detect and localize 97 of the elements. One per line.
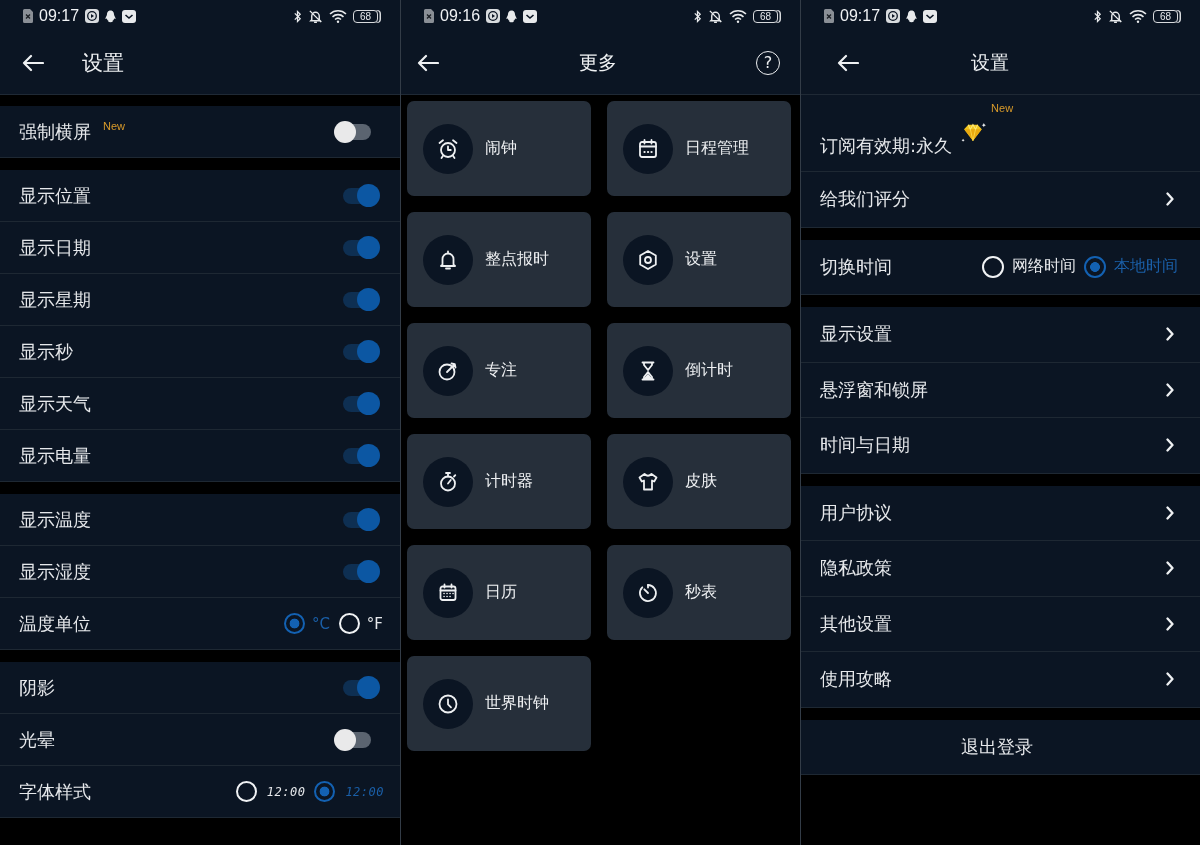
- feature-tile[interactable]: 皮肤: [607, 434, 791, 529]
- menu-item[interactable]: 使用攻略: [801, 652, 1200, 708]
- feature-tile[interactable]: 秒表: [607, 545, 791, 640]
- setting-label: 切换时间: [820, 254, 892, 279]
- status-time: 09:17: [39, 7, 80, 25]
- screen-title: 设置: [970, 50, 1009, 75]
- setting-label: 显示位置: [19, 183, 91, 208]
- chevron-right-icon: [1166, 672, 1174, 687]
- setting-label: 显示秒: [19, 339, 73, 364]
- chevron-right-icon: [1166, 192, 1174, 207]
- feature-tile[interactable]: 设置: [607, 212, 791, 307]
- menu-item[interactable]: 其他设置: [801, 596, 1200, 652]
- setting-label: 阴影: [19, 675, 55, 700]
- bluetooth-icon: [292, 8, 302, 24]
- radio-label: °C: [311, 614, 330, 633]
- radio-label: 12:00: [266, 784, 306, 799]
- menu-item[interactable]: 时间与日期: [801, 418, 1200, 474]
- calendar-icon: [423, 567, 473, 618]
- menu-item[interactable]: 悬浮窗和锁屏: [801, 362, 1200, 418]
- wifi-icon: [728, 9, 747, 23]
- bluetooth-icon: [692, 8, 702, 24]
- alarm-clock-icon: [423, 123, 473, 174]
- penguin-icon: [104, 9, 118, 23]
- wifi-icon: [328, 9, 347, 23]
- feature-tile[interactable]: 计时器: [407, 434, 591, 529]
- message-icon: [523, 9, 538, 23]
- back-icon[interactable]: [22, 54, 44, 72]
- back-icon[interactable]: [417, 54, 439, 72]
- feature-tile[interactable]: 专注: [407, 323, 591, 418]
- muted-bell-icon: [307, 8, 323, 24]
- muted-bell-icon: [1107, 8, 1123, 24]
- radio-label: 网络时间: [1012, 256, 1076, 278]
- settings-icon: [623, 234, 673, 285]
- chevron-right-icon: [1166, 382, 1174, 397]
- new-label: New: [103, 119, 125, 132]
- feature-tile[interactable]: 日程管理: [607, 101, 791, 196]
- wifi-icon: [1128, 9, 1147, 23]
- clock-icon: [423, 678, 473, 729]
- bluetooth-icon: [1092, 8, 1102, 24]
- feature-tile[interactable]: 世界时钟: [407, 656, 591, 751]
- menu-item[interactable]: 隐私政策: [801, 541, 1200, 597]
- setting-label: 温度单位: [19, 611, 91, 636]
- setting-label: 显示温度: [19, 507, 91, 532]
- menu-item[interactable]: 显示设置: [801, 307, 1200, 363]
- muted-bell-icon: [707, 8, 723, 24]
- dial-icon: [623, 567, 673, 618]
- battery-indicator: 68: [1152, 9, 1178, 23]
- status-time: 09:17: [840, 7, 881, 25]
- setting-label: 显示电量: [19, 443, 91, 468]
- chevron-right-icon: [1166, 327, 1174, 342]
- radio-label: 本地时间: [1114, 256, 1178, 278]
- feature-tile[interactable]: 整点报时: [407, 212, 591, 307]
- chevron-right-icon: [1166, 438, 1174, 453]
- subscription-label: 订阅有效期:永久: [820, 134, 953, 158]
- sim-icon: [824, 9, 834, 23]
- play-icon: [85, 9, 100, 23]
- battery-indicator: 68: [752, 9, 778, 23]
- play-icon: [886, 9, 901, 23]
- radio-label: 12:00: [345, 784, 384, 799]
- screen-title: 更多: [578, 50, 617, 75]
- setting-label: 显示天气: [19, 391, 91, 416]
- radio-button[interactable]: [1084, 255, 1106, 278]
- stopwatch-icon: [423, 456, 473, 507]
- penguin-icon: [905, 9, 919, 23]
- chevron-right-icon: [1166, 616, 1174, 631]
- play-icon: [486, 9, 501, 23]
- screen-title: 设置: [82, 50, 124, 77]
- radio-button[interactable]: [314, 781, 336, 802]
- setting-label: 强制横屏: [19, 119, 91, 144]
- new-label: New: [991, 102, 1014, 114]
- setting-label: 显示湿度: [19, 559, 91, 584]
- setting-label: 字体样式: [19, 779, 91, 804]
- setting-label: 显示星期: [19, 287, 91, 312]
- sim-icon: [23, 9, 33, 23]
- penguin-icon: [505, 9, 519, 23]
- chevron-right-icon: [1166, 505, 1174, 520]
- back-icon[interactable]: [837, 54, 859, 72]
- feature-tile[interactable]: 倒计时: [607, 323, 791, 418]
- status-time: 09:16: [440, 7, 481, 25]
- message-icon: [923, 9, 938, 23]
- chevron-right-icon: [1166, 561, 1174, 576]
- radio-button[interactable]: [283, 613, 305, 634]
- bell-icon: [423, 234, 473, 285]
- setting-label: 光晕: [19, 727, 55, 752]
- sim-icon: [424, 9, 434, 23]
- radio-label: °F: [366, 614, 383, 633]
- feature-tile[interactable]: 日历: [407, 545, 591, 640]
- setting-label: 显示日期: [19, 235, 91, 260]
- shirt-icon: [623, 456, 673, 507]
- calendar-icon: [623, 123, 673, 174]
- battery-indicator: 68: [352, 9, 378, 23]
- message-icon: [122, 9, 137, 23]
- logout-button[interactable]: 退出登录: [801, 719, 1200, 775]
- menu-item[interactable]: 用户协议: [801, 485, 1200, 541]
- feature-tile[interactable]: 闹钟: [407, 101, 591, 196]
- hourglass-icon: [623, 345, 673, 396]
- menu-item[interactable]: 给我们评分: [801, 172, 1200, 228]
